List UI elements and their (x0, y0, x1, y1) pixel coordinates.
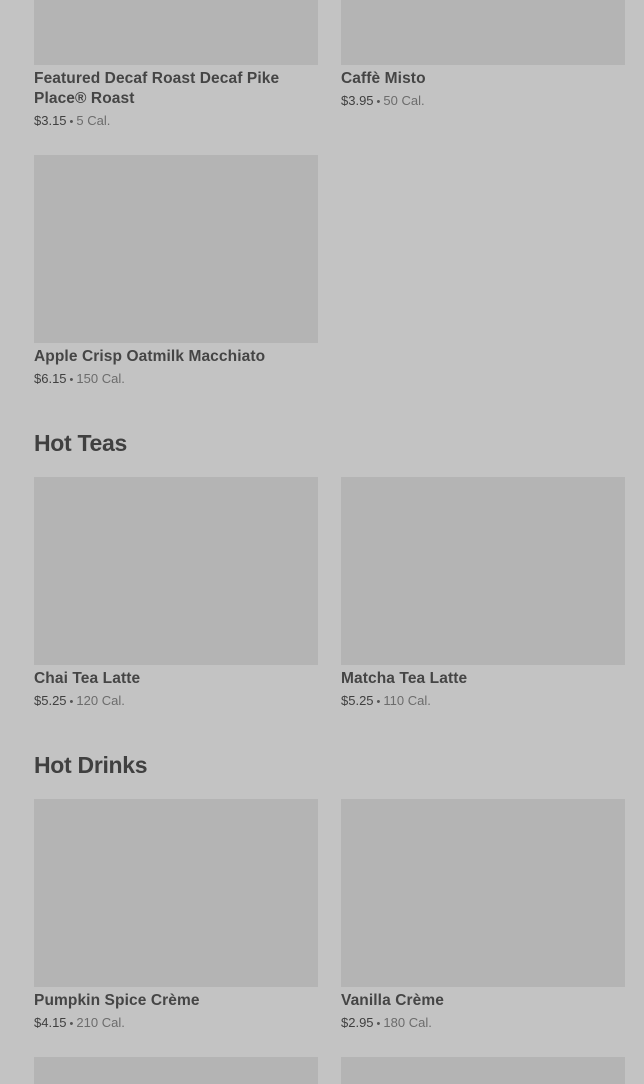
item-meta: $4.15 • 210 Cal. (34, 1014, 318, 1033)
item-price: $4.15 (34, 1015, 67, 1030)
separator-dot: • (69, 116, 74, 128)
item-calories: 180 Cal. (383, 1015, 432, 1030)
item-calories: 210 Cal. (76, 1015, 125, 1030)
item-name: Featured Decaf Roast Decaf Pike Place® R… (34, 70, 280, 107)
menu-item-partial[interactable] (34, 1057, 318, 1084)
item-image[interactable] (34, 155, 318, 343)
menu-item-partial[interactable] (341, 1057, 625, 1084)
separator-dot: • (376, 96, 381, 108)
item-image[interactable] (341, 477, 625, 665)
item-meta: $3.95 • 50 Cal. (341, 92, 625, 111)
item-name: Matcha Tea Latte (341, 670, 468, 687)
separator-dot: • (69, 696, 74, 708)
item-image[interactable] (341, 799, 625, 987)
menu-item-caffe-misto[interactable]: Caffè Misto $3.95 • 50 Cal. (341, 0, 625, 111)
menu-page: Featured Decaf Roast Decaf Pike Place® R… (0, 0, 644, 1084)
item-calories: 50 Cal. (383, 93, 425, 108)
separator-dot: • (69, 1018, 74, 1030)
menu-item-apple-crisp[interactable]: Apple Crisp Oatmilk Macchiato $6.15 • 150 … (34, 155, 318, 389)
section-title-hot-teas: Hot Teas (34, 430, 128, 456)
separator-dot: • (376, 1018, 381, 1030)
item-name: Pumpkin Spice Crème (34, 992, 200, 1009)
item-image[interactable] (341, 1057, 625, 1084)
item-calories: 5 Cal. (76, 113, 111, 128)
item-calories: 110 Cal. (383, 693, 431, 708)
item-name: Caffè Misto (341, 70, 426, 87)
item-price: $2.95 (341, 1015, 374, 1030)
item-image[interactable] (34, 477, 318, 665)
item-meta: $6.15 • 150 Cal. (34, 370, 318, 389)
separator-dot: • (69, 374, 74, 386)
separator-dot: • (376, 696, 381, 708)
menu-item-chai-tea-latte[interactable]: Chai Tea Latte $5.25 • 120 Cal. (34, 477, 318, 711)
item-image[interactable] (34, 0, 318, 65)
item-name: Vanilla Crème (341, 992, 444, 1009)
menu-item-decaf-pike[interactable]: Featured Decaf Roast Decaf Pike Place® R… (34, 0, 318, 131)
item-price: $3.15 (34, 113, 67, 128)
item-name: Chai Tea Latte (34, 670, 141, 687)
item-price: $5.25 (34, 693, 67, 708)
item-calories: 150 Cal. (76, 371, 125, 386)
item-price: $6.15 (34, 371, 67, 386)
item-name: Apple Crisp Oatmilk Macchiato (34, 348, 266, 365)
item-calories: 120 Cal. (76, 693, 125, 708)
item-image[interactable] (341, 0, 625, 65)
item-meta: $5.25 • 110 Cal. (341, 692, 625, 711)
item-price: $5.25 (341, 693, 374, 708)
item-meta: $2.95 • 180 Cal. (341, 1014, 625, 1033)
menu-item-matcha-tea-latte[interactable]: Matcha Tea Latte $5.25 • 110 Cal. (341, 477, 625, 711)
item-meta: $5.25 • 120 Cal. (34, 692, 318, 711)
menu-item-pumpkin-spice-creme[interactable]: Pumpkin Spice Crème $4.15 • 210 Cal. (34, 799, 318, 1033)
menu-item-vanilla-creme[interactable]: Vanilla Crème $2.95 • 180 Cal. (341, 799, 625, 1033)
section-title-hot-drinks: Hot Drinks (34, 752, 148, 778)
item-image[interactable] (34, 799, 318, 987)
item-meta: $3.15 • 5 Cal. (34, 112, 318, 131)
item-price: $3.95 (341, 93, 374, 108)
item-image[interactable] (34, 1057, 318, 1084)
